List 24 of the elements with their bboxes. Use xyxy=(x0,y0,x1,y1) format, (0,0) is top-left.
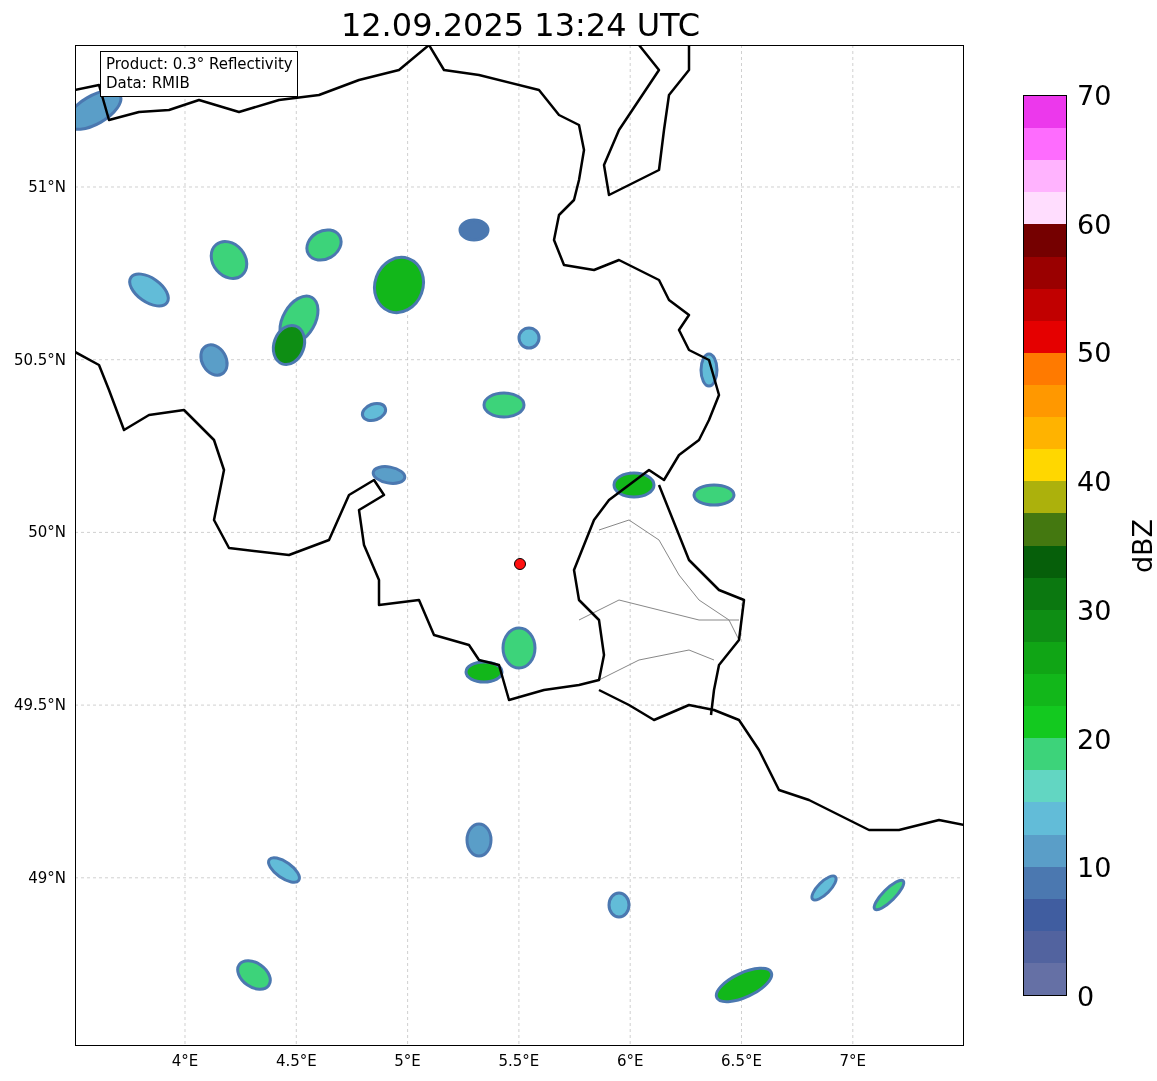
axis-tick-label: 7°E xyxy=(839,1052,867,1070)
chart-title: 12.09.2025 13:24 UTC xyxy=(339,5,702,45)
axis-tick-label: 5.5°E xyxy=(498,1052,540,1070)
info-text: Data: RMIB xyxy=(106,74,191,93)
axis-tick-label: 6°E xyxy=(616,1052,644,1070)
colorbar-label: dBZ xyxy=(1126,518,1157,573)
colorbar-tick-label: 50 xyxy=(1077,338,1112,366)
info-text: Product: 0.3° Reflectivity xyxy=(106,55,293,74)
colorbar-tick-label: 20 xyxy=(1077,725,1112,753)
axis-tick-label: 4.5°E xyxy=(275,1052,317,1070)
colorbar-tick-label: 10 xyxy=(1077,853,1112,881)
axis-tick-label: 49.5°N xyxy=(13,696,66,715)
colorbar-tick-label: 0 xyxy=(1077,982,1095,1010)
colorbar-tick-label: 60 xyxy=(1077,210,1112,238)
axis-tick-label: 5°E xyxy=(394,1052,421,1070)
colorbar-tick-label: 70 xyxy=(1077,81,1112,109)
colorbar-tick-label: 40 xyxy=(1077,467,1112,495)
axis-tick-label: 50°N xyxy=(28,523,66,542)
axis-tick-label: 50.5°N xyxy=(13,350,66,369)
axis-tick-label: 4°E xyxy=(171,1052,199,1070)
axis-tick-label: 51°N xyxy=(28,178,66,196)
axis-tick-label: 49°N xyxy=(28,868,66,887)
axis-tick-label: 6.5°E xyxy=(721,1052,762,1070)
colorbar-tick-label: 30 xyxy=(1077,596,1112,624)
